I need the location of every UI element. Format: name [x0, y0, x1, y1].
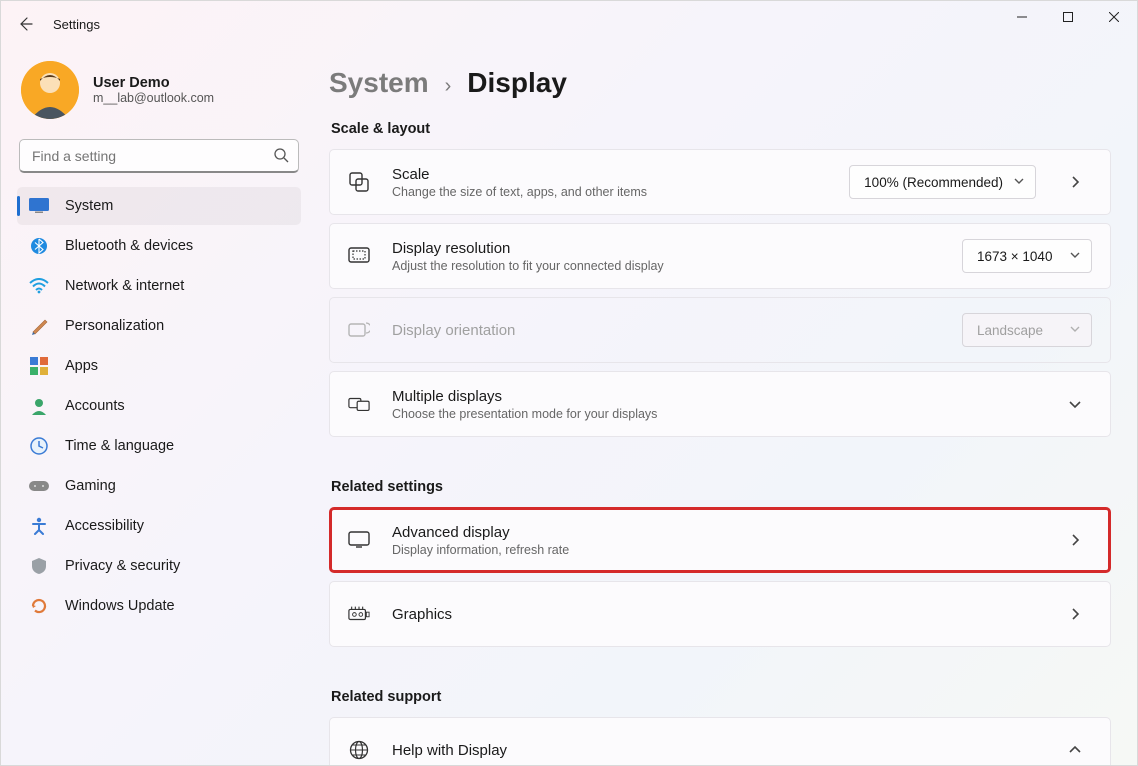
sidebar-item-label: Gaming	[65, 478, 116, 494]
card-desc: Change the size of text, apps, and other…	[392, 185, 827, 199]
user-email: m__lab@outlook.com	[93, 91, 214, 105]
sidebar-item-label: Bluetooth & devices	[65, 238, 193, 254]
card-title: Advanced display	[392, 524, 1036, 541]
navigate-button[interactable]	[1058, 533, 1092, 547]
sidebar-item-label: Network & internet	[65, 278, 184, 294]
card-title: Display resolution	[392, 240, 940, 257]
section-scale-layout: Scale & layout	[331, 121, 1111, 137]
sidebar-item-label: Windows Update	[65, 598, 175, 614]
maximize-button[interactable]	[1045, 1, 1091, 33]
wifi-icon	[29, 276, 49, 296]
monitor-icon	[348, 531, 370, 549]
card-desc: Choose the presentation mode for your di…	[392, 407, 1036, 421]
sidebar-item-personalization[interactable]: Personalization	[17, 307, 301, 345]
scale-dropdown[interactable]: 100% (Recommended)	[849, 165, 1036, 199]
settings-window: Settings User Demo m__lab@out	[0, 0, 1138, 766]
sidebar-item-accounts[interactable]: Accounts	[17, 387, 301, 425]
dropdown-value: 1673 × 1040	[977, 249, 1052, 264]
shield-icon	[29, 556, 49, 576]
card-title: Multiple displays	[392, 388, 1036, 405]
breadcrumb-sep-icon: ›	[445, 75, 452, 98]
sidebar-item-label: Apps	[65, 358, 98, 374]
gaming-icon	[29, 476, 49, 496]
user-name: User Demo	[93, 75, 214, 91]
sidebar-item-gaming[interactable]: Gaming	[17, 467, 301, 505]
card-title: Scale	[392, 166, 827, 183]
section-related-support: Related support	[331, 689, 1111, 705]
back-arrow-icon	[17, 16, 33, 32]
chevron-down-icon	[1069, 249, 1081, 264]
card-title: Graphics	[392, 606, 1036, 623]
search-icon	[273, 147, 289, 168]
titlebar: Settings	[1, 1, 1137, 47]
orientation-icon	[348, 321, 370, 339]
multiple-displays-icon	[348, 395, 370, 413]
sidebar-item-network[interactable]: Network & internet	[17, 267, 301, 305]
sidebar-item-label: Time & language	[65, 438, 174, 454]
expand-button[interactable]	[1058, 175, 1092, 189]
update-icon	[29, 596, 49, 616]
account-icon	[29, 396, 49, 416]
system-icon	[29, 196, 49, 216]
clock-icon	[29, 436, 49, 456]
dropdown-value: Landscape	[977, 323, 1043, 338]
card-scale[interactable]: Scale Change the size of text, apps, and…	[329, 149, 1111, 215]
dropdown-value: 100% (Recommended)	[864, 175, 1003, 190]
sidebar-item-label: System	[65, 198, 113, 214]
sidebar-item-label: Accounts	[65, 398, 125, 414]
window-title: Settings	[53, 17, 100, 32]
section-related-settings: Related settings	[331, 479, 1111, 495]
card-orientation: Display orientation Landscape	[329, 297, 1111, 363]
card-title: Display orientation	[392, 322, 940, 339]
card-advanced-display[interactable]: Advanced display Display information, re…	[329, 507, 1111, 573]
close-button[interactable]	[1091, 1, 1137, 33]
navigate-button[interactable]	[1058, 607, 1092, 621]
avatar	[21, 61, 79, 119]
sidebar-item-label: Privacy & security	[65, 558, 180, 574]
paintbrush-icon	[29, 316, 49, 336]
expand-button[interactable]	[1058, 397, 1092, 411]
sidebar-item-update[interactable]: Windows Update	[17, 587, 301, 625]
breadcrumb-current: Display	[467, 67, 567, 99]
card-resolution[interactable]: Display resolution Adjust the resolution…	[329, 223, 1111, 289]
back-button[interactable]	[9, 8, 41, 40]
sidebar-item-label: Accessibility	[65, 518, 144, 534]
breadcrumb: System › Display	[329, 67, 1111, 99]
sidebar-item-time[interactable]: Time & language	[17, 427, 301, 465]
card-help-display[interactable]: Help with Display	[329, 717, 1111, 765]
user-account-row[interactable]: User Demo m__lab@outlook.com	[17, 55, 301, 133]
orientation-dropdown: Landscape	[962, 313, 1092, 347]
card-multiple-displays[interactable]: Multiple displays Choose the presentatio…	[329, 371, 1111, 437]
globe-icon	[348, 740, 370, 760]
card-desc: Adjust the resolution to fit your connec…	[392, 259, 940, 273]
sidebar-item-label: Personalization	[65, 318, 164, 334]
resolution-icon	[348, 247, 370, 265]
sidebar-item-bluetooth[interactable]: Bluetooth & devices	[17, 227, 301, 265]
content-area[interactable]: System › Display Scale & layout Scale Ch…	[311, 47, 1137, 765]
chevron-down-icon	[1069, 323, 1081, 338]
bluetooth-icon	[29, 236, 49, 256]
accessibility-icon	[29, 516, 49, 536]
breadcrumb-parent[interactable]: System	[329, 67, 429, 99]
card-graphics[interactable]: Graphics	[329, 581, 1111, 647]
resolution-dropdown[interactable]: 1673 × 1040	[962, 239, 1092, 273]
search-input[interactable]	[19, 139, 299, 173]
graphics-icon	[348, 605, 370, 623]
card-desc: Display information, refresh rate	[392, 543, 1036, 557]
window-controls	[999, 1, 1137, 33]
sidebar: User Demo m__lab@outlook.com System Blue…	[1, 47, 311, 765]
collapse-button[interactable]	[1058, 743, 1092, 757]
sidebar-item-privacy[interactable]: Privacy & security	[17, 547, 301, 585]
minimize-button[interactable]	[999, 1, 1045, 33]
scale-icon	[348, 171, 370, 193]
avatar-icon	[21, 61, 79, 119]
card-title: Help with Display	[392, 742, 1036, 759]
nav-list: System Bluetooth & devices Network & int…	[17, 187, 301, 625]
sidebar-item-accessibility[interactable]: Accessibility	[17, 507, 301, 545]
sidebar-item-apps[interactable]: Apps	[17, 347, 301, 385]
chevron-down-icon	[1013, 175, 1025, 190]
apps-icon	[29, 356, 49, 376]
sidebar-item-system[interactable]: System	[17, 187, 301, 225]
